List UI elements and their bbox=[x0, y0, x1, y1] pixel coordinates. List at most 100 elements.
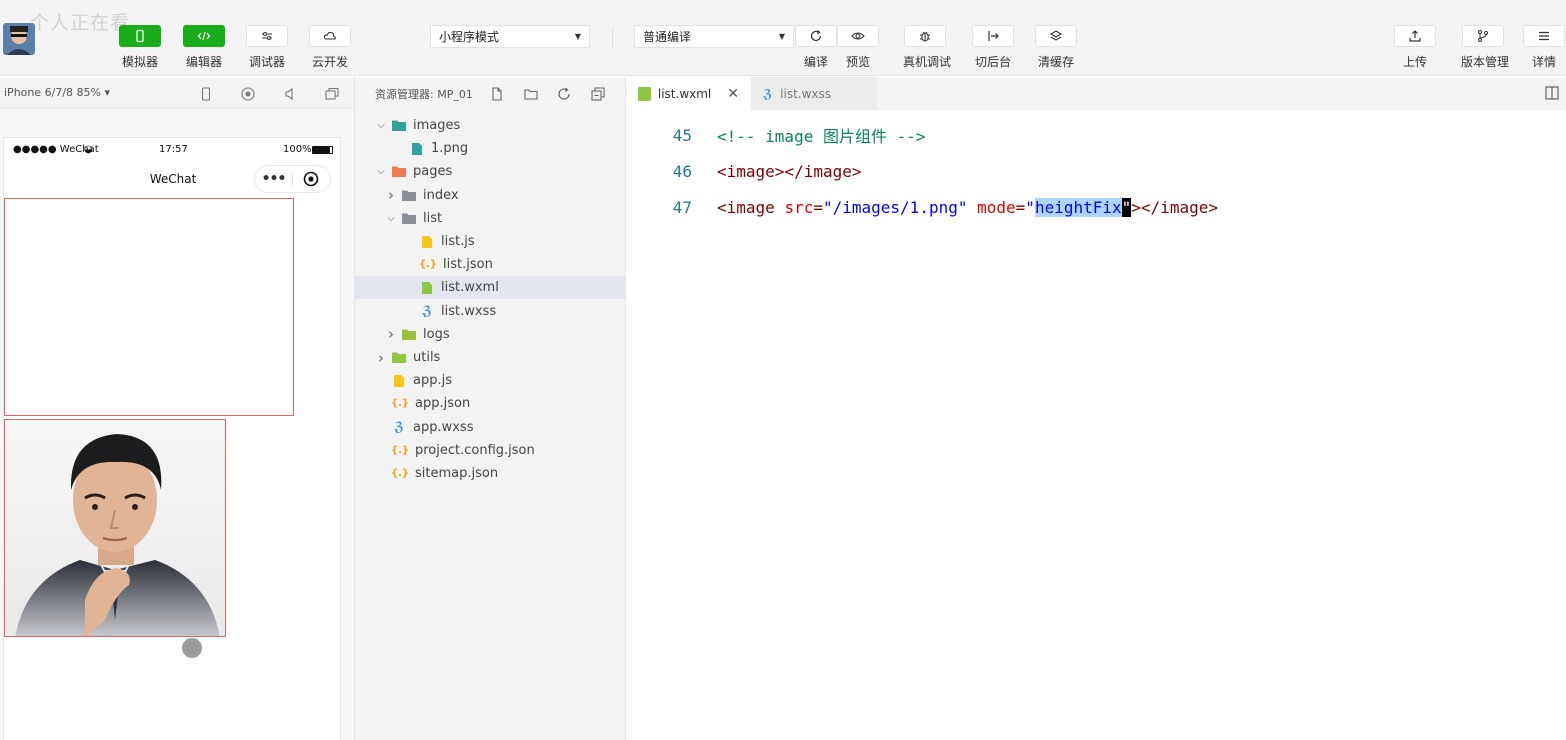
tree-item[interactable]: › utils bbox=[355, 346, 626, 369]
device-select[interactable]: iPhone 6/7/8 85% ▾ bbox=[4, 86, 110, 99]
editor-label: 编辑器 bbox=[185, 55, 222, 69]
file-explorer: 资源管理器: MP_01 ⌵ images 1.png ⌵ pages › index ⌵ li… bbox=[355, 77, 626, 740]
tree-item[interactable]: app.js bbox=[355, 369, 626, 392]
tree-item[interactable]: ⌵ list bbox=[355, 207, 626, 230]
battery-percent: 100% bbox=[283, 144, 312, 155]
tree-item[interactable]: › logs bbox=[355, 323, 626, 346]
background-button[interactable]: 切后台 bbox=[971, 25, 1015, 74]
refresh-icon bbox=[810, 30, 822, 42]
real-debug-label: 真机调试 bbox=[903, 55, 952, 69]
tab-list-wxml[interactable]: list.wxml ✕ bbox=[626, 77, 751, 110]
code-line-45[interactable]: 45 <!-- image 图片组件 --> bbox=[626, 123, 926, 147]
details-label: 详情 bbox=[1531, 55, 1556, 69]
tree-item[interactable]: {.} sitemap.json bbox=[355, 462, 626, 485]
compile-button[interactable]: 编译 bbox=[794, 25, 838, 74]
mode-select[interactable]: 小程序模式 ▼ bbox=[430, 25, 590, 48]
cloud-button[interactable]: 云开发 bbox=[308, 25, 352, 74]
chevron-right-icon[interactable]: › bbox=[385, 325, 397, 343]
tree-item[interactable]: {.} list.json bbox=[355, 253, 626, 276]
branch-icon bbox=[1478, 30, 1488, 42]
tree-item[interactable]: ℨlist.wxss bbox=[355, 300, 626, 323]
tab-list-wxss[interactable]: ℨ list.wxss bbox=[751, 77, 877, 110]
empty-image-box bbox=[4, 198, 294, 416]
new-file-icon[interactable] bbox=[489, 86, 505, 102]
tree-item[interactable]: list.wxml bbox=[355, 276, 626, 300]
clear-cache-button[interactable]: 清缓存 bbox=[1034, 25, 1078, 74]
upload-button[interactable]: 上传 bbox=[1393, 25, 1437, 74]
tree-item-label: utils bbox=[413, 350, 441, 365]
tree-item-label: list.wxss bbox=[441, 303, 497, 319]
volume-icon[interactable] bbox=[282, 86, 298, 102]
folder-icon bbox=[401, 211, 417, 225]
preview-label: 预览 bbox=[845, 55, 870, 69]
editor-button[interactable]: 编辑器 bbox=[182, 25, 226, 74]
preview-button[interactable]: 预览 bbox=[836, 25, 880, 74]
avatar[interactable] bbox=[3, 23, 35, 55]
tab-label: list.wxss bbox=[780, 86, 832, 101]
collapse-all-icon[interactable] bbox=[590, 86, 606, 102]
tree-item[interactable]: {.} project.config.json bbox=[355, 439, 626, 462]
compile-label: 编译 bbox=[803, 55, 828, 69]
layers-icon bbox=[1049, 30, 1063, 41]
tree-item-label: 1.png bbox=[431, 141, 469, 157]
editor-tabs: list.wxml ✕ ℨ list.wxss bbox=[626, 77, 1566, 110]
close-miniprogram-icon[interactable] bbox=[293, 171, 330, 187]
tree-item-label: pages bbox=[413, 164, 453, 180]
mode-select-value: 小程序模式 bbox=[439, 30, 500, 44]
chevron-down-icon[interactable]: ⌵ bbox=[375, 120, 387, 131]
phone-icon[interactable] bbox=[198, 86, 214, 102]
tree-item[interactable]: ⌵ pages bbox=[355, 160, 626, 183]
wxss-file-icon: ℨ bbox=[394, 419, 404, 435]
chevron-down-icon[interactable]: ⌵ bbox=[375, 166, 387, 177]
code-attr-src: src bbox=[784, 197, 814, 217]
upload-icon bbox=[1409, 30, 1421, 42]
simulator-panel: iPhone 6/7/8 85% ▾ ●●●●● WeChat ◒ 17:57 … bbox=[0, 77, 355, 740]
close-icon[interactable]: ✕ bbox=[727, 86, 739, 102]
compile-mode-value: 普通编译 bbox=[643, 30, 692, 44]
tree-item[interactable]: list.js bbox=[355, 230, 626, 253]
version-button[interactable]: 版本管理 bbox=[1461, 25, 1509, 74]
code-line-47[interactable]: 47 <image src="/images/1.png" mode="heig… bbox=[626, 195, 1218, 219]
split-editor-icon[interactable] bbox=[1544, 85, 1560, 101]
chevron-right-icon[interactable]: › bbox=[385, 186, 397, 204]
tab-label: list.wxml bbox=[657, 86, 712, 101]
eye-icon bbox=[851, 32, 865, 40]
compile-mode-select[interactable]: 普通编译 ▼ bbox=[634, 25, 794, 48]
record-icon[interactable] bbox=[240, 86, 256, 102]
selected-text[interactable]: heightFix bbox=[1034, 197, 1122, 217]
touch-cursor-indicator bbox=[182, 638, 202, 658]
folder-icon bbox=[391, 351, 407, 365]
portrait-image bbox=[4, 419, 226, 637]
details-button[interactable]: 详情 bbox=[1522, 25, 1566, 74]
code-string-src: "/images/1.png" bbox=[822, 197, 968, 217]
wxss-file-icon: ℨ bbox=[763, 86, 773, 101]
tree-item-label: images bbox=[413, 118, 461, 133]
tree-item[interactable]: › index bbox=[355, 184, 626, 207]
cloud-icon bbox=[323, 31, 336, 40]
clear-cache-label: 清缓存 bbox=[1037, 55, 1074, 69]
real-debug-button[interactable]: 真机调试 bbox=[903, 25, 952, 74]
tree-item[interactable]: ℨapp.wxss bbox=[355, 416, 626, 439]
code-tag-open: <image bbox=[717, 197, 785, 217]
tree-item[interactable]: ⌵ images bbox=[355, 114, 626, 137]
tree-item[interactable]: 1.png bbox=[355, 137, 626, 160]
simulator-button[interactable]: 模拟器 bbox=[118, 25, 162, 74]
new-folder-icon[interactable] bbox=[523, 86, 539, 102]
capsule-menu[interactable]: ••• bbox=[254, 165, 331, 193]
refresh-icon[interactable] bbox=[556, 86, 572, 102]
upload-label: 上传 bbox=[1402, 55, 1427, 69]
explorer-title: 资源管理器: MP_01 bbox=[375, 88, 473, 101]
detach-window-icon[interactable] bbox=[324, 86, 340, 102]
tree-item[interactable]: {.} app.json bbox=[355, 392, 626, 415]
chevron-down-icon[interactable]: ⌵ bbox=[385, 213, 397, 224]
tree-item-label: list.json bbox=[443, 257, 493, 273]
text-cursor: " bbox=[1121, 197, 1132, 217]
code-content: <image src="/images/1.png" mode="heightF… bbox=[717, 197, 1218, 217]
code-line-46[interactable]: 46 <image></image> bbox=[626, 159, 862, 183]
more-icon[interactable]: ••• bbox=[255, 171, 292, 187]
chevron-right-icon[interactable]: › bbox=[375, 349, 387, 367]
tree-item-label: logs bbox=[423, 326, 450, 342]
debugger-button[interactable]: 调试器 bbox=[245, 25, 289, 74]
wxml-file-icon bbox=[419, 281, 435, 295]
code-editor: list.wxml ✕ ℨ list.wxss 45 <!-- image 图片… bbox=[626, 77, 1566, 740]
